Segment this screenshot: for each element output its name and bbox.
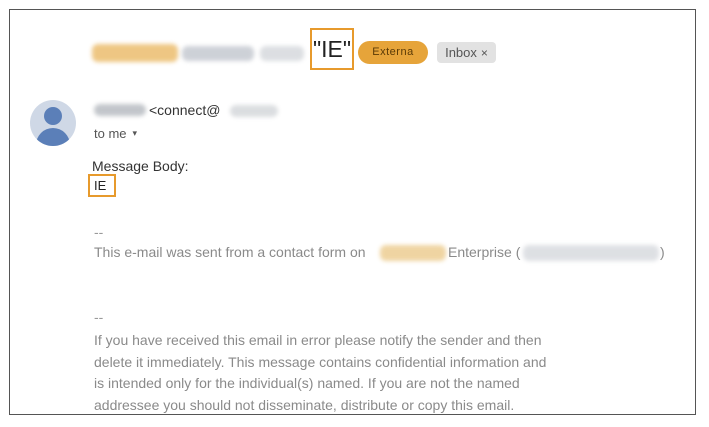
chevron-down-icon[interactable]: ▾ <box>133 128 138 138</box>
sent-from-suffix: ) <box>660 244 665 260</box>
signature-separator: -- <box>94 309 104 325</box>
message-body-value: IE <box>88 174 116 197</box>
recipient-details-toggle[interactable]: to me ▾ <box>94 126 137 141</box>
close-icon[interactable]: × <box>481 46 488 60</box>
sent-from-enterprise: Enterprise ( <box>448 244 521 260</box>
recipient-label: to me <box>94 126 127 141</box>
sent-from-line: This e-mail was sent from a contact form… <box>94 244 665 261</box>
redacted-sender-name <box>94 104 146 116</box>
redacted-sender-domain <box>230 105 278 117</box>
redacted-url <box>523 245 659 261</box>
external-label[interactable]: Externa <box>358 41 428 64</box>
redacted-subject <box>182 46 254 61</box>
person-avatar-icon <box>36 128 70 146</box>
sender-email: <connect@ <box>149 102 221 118</box>
redacted-subject <box>260 46 304 61</box>
sender-avatar[interactable] <box>30 100 76 146</box>
person-avatar-icon <box>44 107 62 125</box>
inbox-label-text: Inbox <box>445 45 477 60</box>
disclaimer-line: addressee you should not disseminate, di… <box>94 396 515 413</box>
disclaimer: If you have received this email in error… <box>94 330 614 416</box>
email-subject: "IE" Externa Inbox × <box>86 28 506 70</box>
signature-separator: -- <box>94 224 104 240</box>
sent-from-prefix: This e-mail was sent from a contact form… <box>94 244 366 260</box>
subject-highlight: "IE" <box>310 28 354 70</box>
redacted-company <box>380 245 446 261</box>
disclaimer-line: delete it immediately. This message cont… <box>94 353 547 370</box>
redacted-subject <box>92 44 178 62</box>
email-view: "IE" Externa Inbox × <connect@ to me ▾ Mes… <box>9 9 696 415</box>
message-body-label: Message Body: <box>92 158 189 174</box>
disclaimer-line: If you have received this email in error… <box>94 332 542 348</box>
inbox-label[interactable]: Inbox × <box>437 42 496 63</box>
disclaimer-line: is intended only for the individual(s) n… <box>94 375 520 391</box>
